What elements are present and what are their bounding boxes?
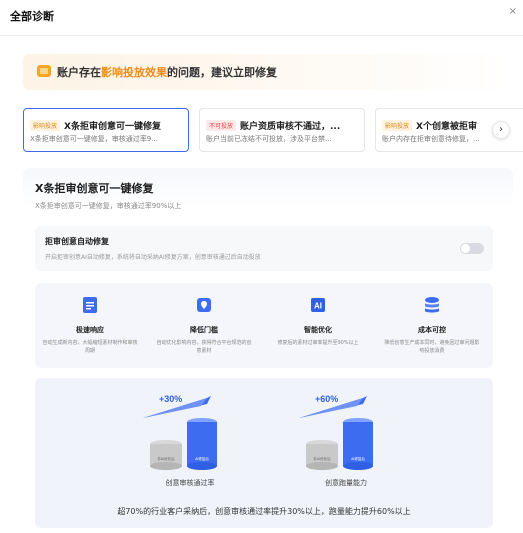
features-box: 极速响应 自动生成新内容，大幅缩短素材制作和审核周期 降低门槛 自动优化影响内容… <box>35 283 493 368</box>
banner-prefix: 账户存在 <box>57 66 101 79</box>
close-icon[interactable]: × <box>509 6 517 17</box>
results-footer: 超70%的行业客户采纳后，创意审核通过率提升30%以上，跑量能力提升60%以上 <box>117 507 411 516</box>
tab-desc: X条拒审创意可一键修复，审核通过率9... <box>30 135 158 143</box>
auto-fix-title: 拒审创意自动修复 <box>45 237 109 246</box>
approval-rate-illustration: +30% 非AI优化后 AI修复后 <box>143 394 217 470</box>
database-icon <box>425 297 439 313</box>
feature-title: 降低门槛 <box>190 326 218 334</box>
issue-tab-account-qualification[interactable]: 不可投放 账户资质审核不通过，... 账户当前已冻结不可投放，涉及平台禁... <box>199 108 365 152</box>
before-label: 非AI优化后 <box>157 456 175 461</box>
panel-subtitle: X条拒审创意可一键修复，审核通过率90%以上 <box>35 202 182 210</box>
result-delivery-capacity: +60% 非AI优化后 AI修复后 创意跑量能力 <box>271 378 421 498</box>
tab-title: X条拒审创意可一键修复 <box>64 122 161 132</box>
tab-tag: 不可投放 <box>206 120 237 131</box>
approval-rate-label: 创意审核通过率 <box>165 479 215 487</box>
tab-tag: 影响投放 <box>382 120 413 131</box>
tab-title: 账户资质审核不通过，... <box>240 122 341 132</box>
feature-item: AI 智能优化 修复后的素材过审率提升至90%以上 <box>263 295 373 347</box>
issue-tabs: 影响投放 X条拒审创意可一键修复 X条拒审创意可一键修复，审核通过率9... 不可… <box>23 108 523 152</box>
banner-suffix: 的问题，建议立即修复 <box>167 66 277 79</box>
issue-detail-panel: X条拒审创意可一键修复 X条拒审创意可一键修复，审核通过率90%以上 拒审创意自… <box>23 168 513 533</box>
feature-desc: 自动生成新内容，大幅缩短素材制作和审核周期 <box>42 340 138 354</box>
result-approval-rate: +30% 非AI优化后 AI修复后 创意审核通过率 <box>115 378 265 498</box>
results-box: +30% 非AI优化后 AI修复后 创意审核通过率 +60% 非AI优化后 AI… <box>35 378 493 528</box>
dialog-header: 全部诊断 × <box>0 0 523 36</box>
tab-desc: 账户当前已冻结不可投放，涉及平台禁... <box>206 135 332 143</box>
auto-fix-toggle[interactable] <box>460 243 484 254</box>
warning-icon <box>37 65 51 77</box>
ai-icon: AI <box>311 298 325 312</box>
delivery-capacity-label: 创意跑量能力 <box>325 479 367 487</box>
feature-desc: 修复后的素材过审率提升至90%以上 <box>277 340 359 346</box>
banner-highlight: 影响投放效果 <box>101 66 167 79</box>
panel-title: X条拒审创意可一键修复 <box>35 182 154 195</box>
after-label: AI修复后 <box>195 456 209 461</box>
document-icon <box>83 297 97 313</box>
feature-title: 极速响应 <box>76 326 104 334</box>
tab-title: X个创意被拒审 <box>416 122 477 132</box>
tab-tag: 影响投放 <box>30 120 61 131</box>
shield-icon <box>197 298 211 312</box>
feature-title: 智能优化 <box>304 326 332 334</box>
before-label: 非AI优化后 <box>313 456 331 461</box>
dialog-title: 全部诊断 <box>10 10 54 23</box>
delivery-capacity-percent: +60% <box>315 394 338 404</box>
feature-title: 成本可控 <box>418 326 446 334</box>
feature-item: 成本可控 降低创意生产成本同时，避免因过审问题影响投放消费 <box>377 295 487 355</box>
banner-text: 账户存在影响投放效果的问题，建议立即修复 <box>57 64 277 80</box>
issue-tab-rejected-creatives[interactable]: 影响投放 X条拒审创意可一键修复 X条拒审创意可一键修复，审核通过率9... <box>23 108 189 152</box>
auto-fix-desc: 开启拒审创意AI自动修复，系统将自动采纳AI修复方案，创意审核通过后自动投放 <box>45 254 261 261</box>
feature-item: 降低门槛 自动优化影响内容，获得符合平台规范的创意素材 <box>149 295 259 355</box>
feature-desc: 降低创意生产成本同时，避免因过审问题影响投放消费 <box>384 340 480 354</box>
delivery-capacity-illustration: +60% 非AI优化后 AI修复后 <box>299 394 373 470</box>
svg-text:AI: AI <box>314 302 322 311</box>
auto-fix-box: 拒审创意自动修复 开启拒审创意AI自动修复，系统将自动采纳AI修复方案，创意审核… <box>35 226 493 271</box>
header-divider <box>0 35 523 36</box>
approval-rate-percent: +30% <box>159 394 182 404</box>
feature-item: 极速响应 自动生成新内容，大幅缩短素材制作和审核周期 <box>35 295 145 355</box>
chevron-right-icon[interactable]: › <box>492 121 510 139</box>
feature-desc: 自动优化影响内容，获得符合平台规范的创意素材 <box>156 340 252 354</box>
warning-banner: 账户存在影响投放效果的问题，建议立即修复 <box>23 54 513 90</box>
after-label: AI修复后 <box>351 456 365 461</box>
